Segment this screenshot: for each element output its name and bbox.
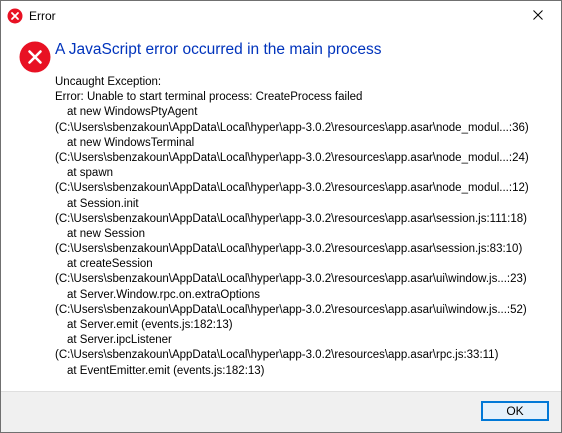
message-line: Error: Unable to start terminal process:… [55, 91, 363, 104]
message-line: at spawn [67, 167, 114, 180]
message-line: at EventEmitter.emit (events.js:182:13) [67, 364, 265, 377]
message-line: Uncaught Exception: [55, 76, 162, 88]
message-line: (C:\Users\sbenzakoun\AppData\Local\hyper… [55, 212, 527, 225]
message-line: (C:\Users\sbenzakoun\AppData\Local\hyper… [55, 349, 499, 362]
message-line: (C:\Users\sbenzakoun\AppData\Local\hyper… [55, 182, 529, 195]
message-line: at Server.emit (events.js:182:13) [67, 319, 233, 331]
error-icon [7, 8, 23, 24]
message-line: at Session.init [67, 197, 139, 210]
error-message: Uncaught Exception: Error: Unable to star… [55, 75, 555, 379]
dialog-heading: A JavaScript error occurred in the main … [55, 41, 382, 58]
error-icon [19, 41, 51, 73]
close-icon [533, 7, 543, 25]
message-line: at new WindowsPtyAgent [67, 106, 198, 119]
message-line: at new Session [67, 227, 145, 240]
message-line: at createSession [67, 258, 153, 271]
close-button[interactable] [515, 1, 561, 31]
message-line: (C:\Users\sbenzakoun\AppData\Local\hyper… [55, 151, 529, 164]
message-line: (C:\Users\sbenzakoun\AppData\Local\hyper… [55, 243, 523, 256]
message-line: at Server.ipcListener [67, 334, 172, 347]
dialog-content: A JavaScript error occurred in the main … [1, 31, 561, 391]
message-line: at Server.Window.rpc.on.extraOptions [67, 288, 261, 301]
ok-button[interactable]: OK [481, 401, 549, 421]
message-line: (C:\Users\sbenzakoun\AppData\Local\hyper… [55, 273, 527, 286]
message-line: at new WindowsTerminal [67, 136, 195, 149]
title-bar[interactable]: Error [1, 1, 561, 31]
message-line: (C:\Users\sbenzakoun\AppData\Local\hyper… [55, 303, 527, 316]
window-title: Error [29, 9, 56, 23]
error-dialog-window: Error A JavaScript error occurred in the… [0, 0, 562, 433]
message-line: (C:\Users\sbenzakoun\AppData\Local\hyper… [55, 121, 529, 134]
dialog-footer: OK [1, 391, 561, 432]
